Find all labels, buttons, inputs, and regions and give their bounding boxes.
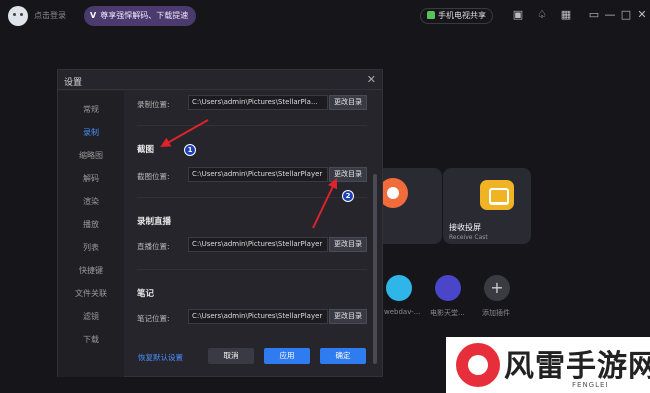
watermark-logo-icon	[456, 343, 500, 387]
arrow-two	[312, 178, 338, 229]
watermark-text: 风雷手游网	[504, 349, 650, 384]
watermark: 风雷手游网 FENGLEI	[446, 337, 650, 393]
annotation-badge-two: 2	[342, 190, 354, 202]
arrow-one	[160, 119, 209, 147]
annotation-badge-one: 1	[184, 144, 196, 156]
annotation-arrows	[160, 119, 338, 229]
watermark-subtext: FENGLEI	[572, 381, 609, 389]
